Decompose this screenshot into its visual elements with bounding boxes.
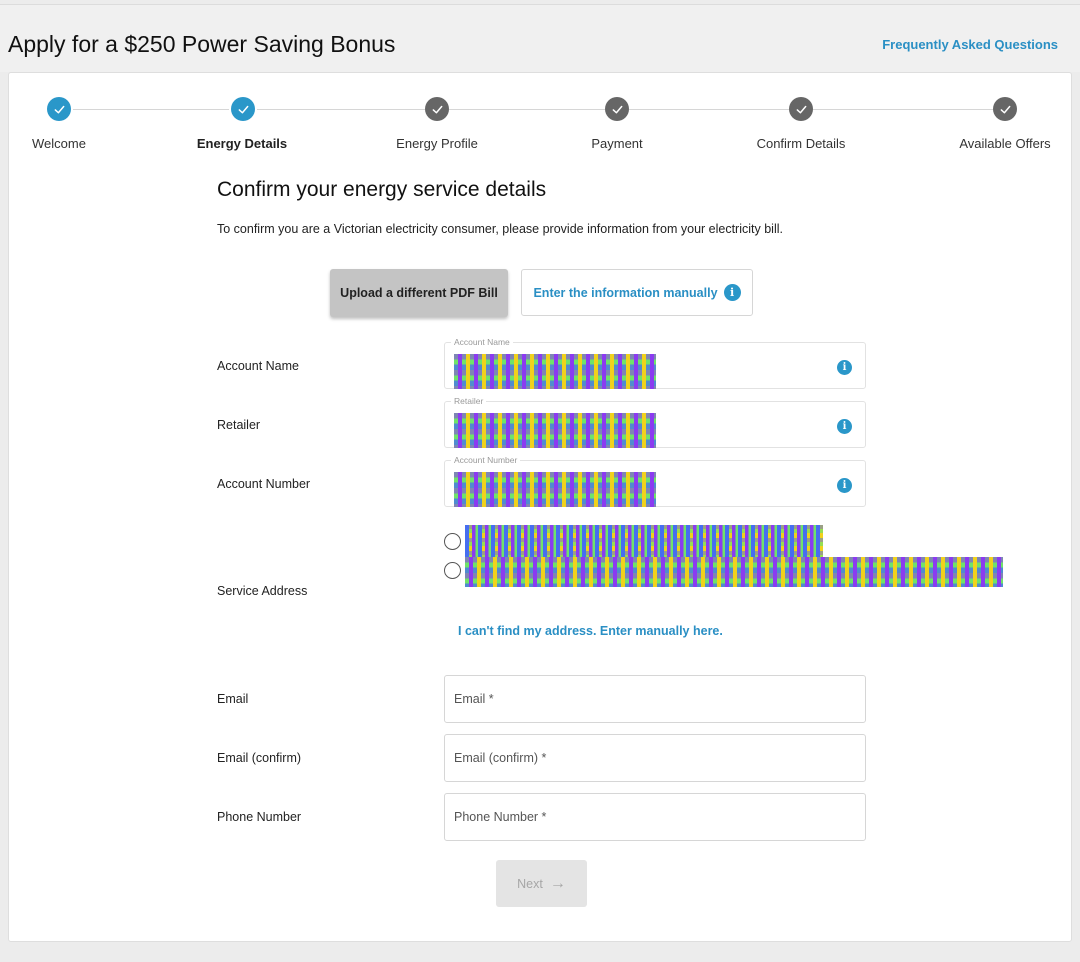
email-field[interactable] [444,675,866,723]
address-option-radio-2[interactable] [444,562,461,579]
phone-number-label: Phone Number [217,810,302,824]
step-connector [257,109,425,110]
account-name-label: Account Name [217,359,299,373]
email-label: Email [217,692,249,706]
info-icon: i [723,284,741,301]
info-icon[interactable]: i [837,419,852,434]
account-number-field[interactable]: Account Number i [444,455,866,507]
page-title: Apply for a $250 Power Saving Bonus [8,31,396,57]
account-number-label: Account Number [217,477,311,491]
arrow-right-icon: → [549,874,566,892]
step-connector [813,109,993,110]
account-name-field[interactable]: Account Name i [444,337,866,389]
step-label-confirm-details: Confirm Details [756,136,846,151]
info-icon[interactable]: i [837,360,852,375]
email-confirm-field[interactable] [444,734,866,782]
redacted-address-2 [465,557,1003,587]
retailer-label: Retailer [217,418,261,432]
next-button-label: Next [517,876,543,891]
step-connector [629,109,789,110]
retailer-field[interactable]: Retailer i [444,396,866,448]
step-energy-profile-check-icon [425,97,449,121]
address-option-radio-1[interactable] [444,533,461,550]
step-energy-details-check-icon [231,97,255,121]
phone-number-field[interactable] [444,793,866,841]
step-label-available-offers: Available Offers [959,136,1051,151]
form-title: Confirm your energy service details [217,178,547,201]
email-confirm-label: Email (confirm) [217,751,302,765]
page-header: Apply for a $250 Power Saving Bonus Freq… [0,4,1080,72]
step-label-energy-profile: Energy Profile [396,136,478,151]
account-number-float-label: Account Number [451,455,521,465]
step-label-payment: Payment [591,136,643,151]
info-icon[interactable]: i [837,478,852,493]
redacted-address-1 [465,525,823,557]
step-connector [449,109,605,110]
retailer-float-label: Retailer [451,396,487,406]
redacted-account-name [454,354,656,389]
form-card: Welcome Energy Details Energy Profile Pa… [8,72,1072,942]
step-available-offers-check-icon [993,97,1017,121]
enter-address-manually-link[interactable]: I can't find my address. Enter manually … [458,624,723,638]
step-connector [73,109,229,110]
account-name-float-label: Account Name [451,337,513,347]
step-label-welcome[interactable]: Welcome [32,136,86,151]
enter-manually-label: Enter the information manually [533,285,718,300]
upload-pdf-bill-button[interactable]: Upload a different PDF Bill [330,269,508,317]
form-subtitle: To confirm you are a Victorian electrici… [217,222,783,236]
faq-link[interactable]: Frequently Asked Questions [882,37,1058,52]
step-payment-check-icon [605,97,629,121]
redacted-retailer [454,413,656,448]
next-button[interactable]: Next → [496,860,587,907]
step-label-energy-details[interactable]: Energy Details [197,136,287,151]
step-confirm-details-check-icon [789,97,813,121]
redacted-account-number [454,472,656,507]
enter-manually-button[interactable]: Enter the information manually i [521,269,753,316]
service-address-label: Service Address [217,584,308,598]
progress-stepper: Welcome Energy Details Energy Profile Pa… [9,73,1073,163]
step-welcome-check-icon [47,97,71,121]
